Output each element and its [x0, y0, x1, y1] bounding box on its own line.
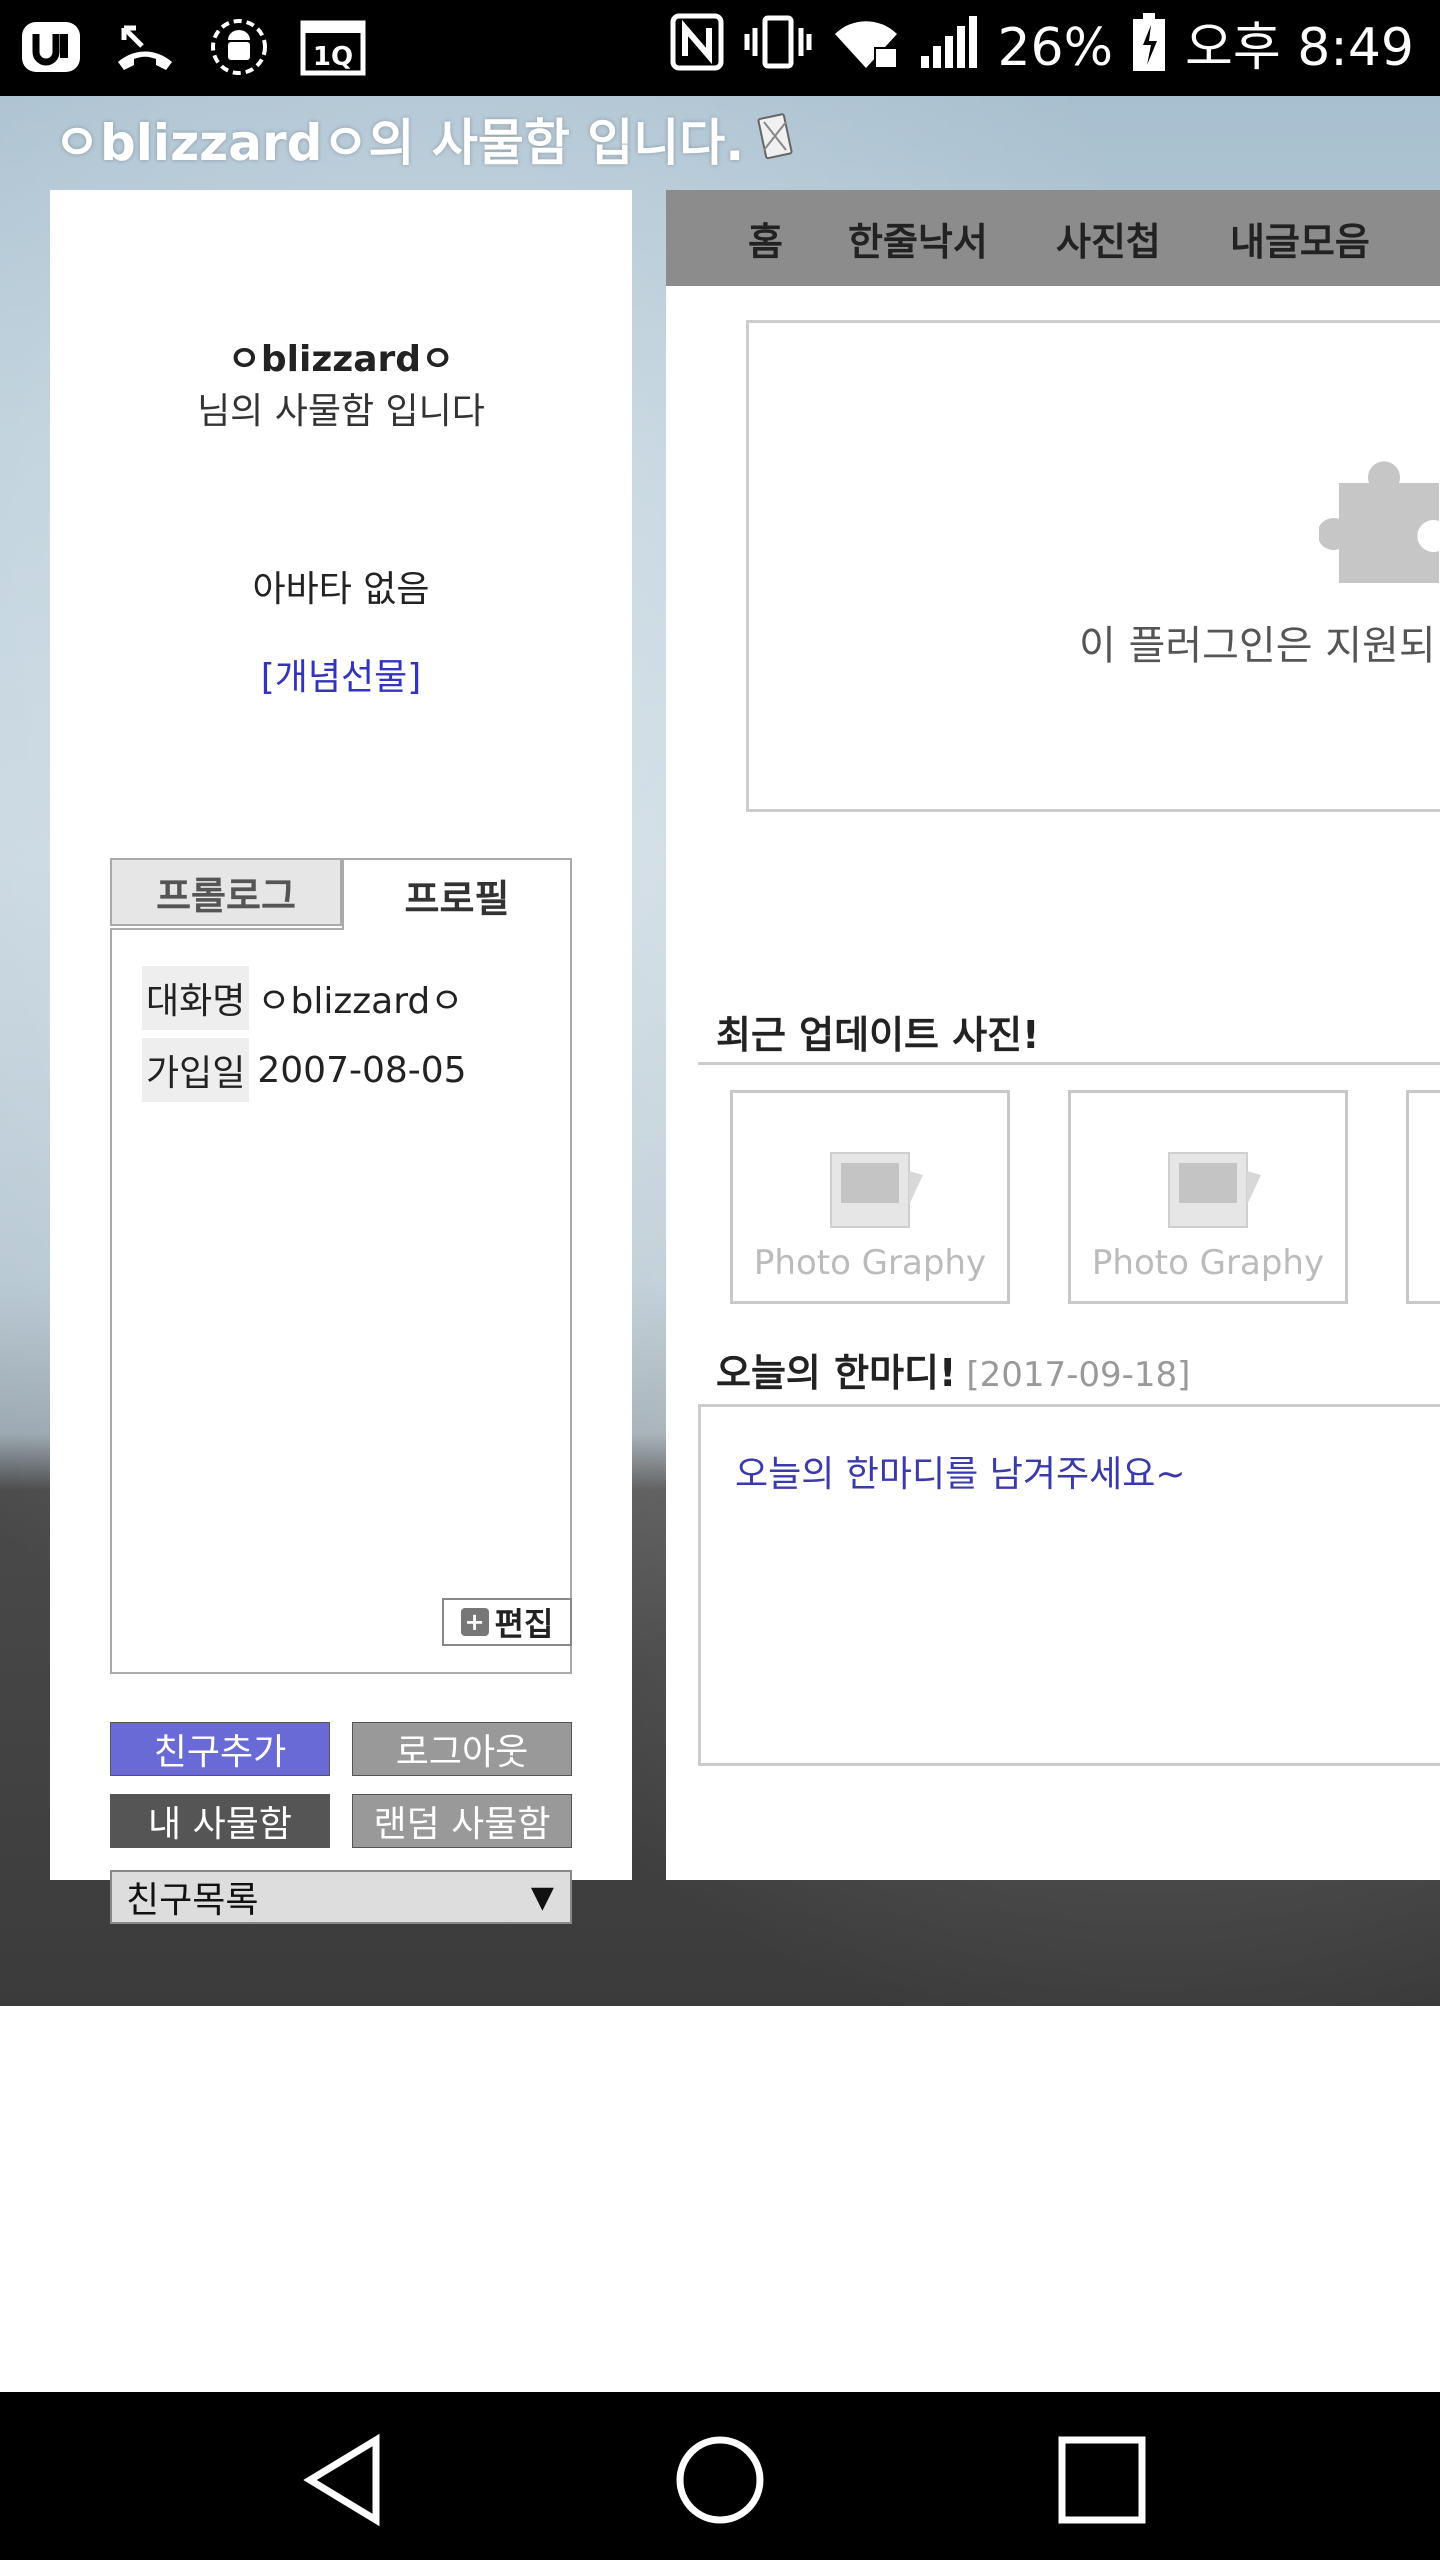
left-profile-panel: ㅇblizzardㅇ 님의 사물함 입니다 아바타 없음 [개념선물] 프롤로그…: [50, 190, 632, 1924]
add-friend-button[interactable]: 친구추가: [110, 1722, 330, 1776]
photo-thumbnail[interactable]: Photo Graphy: [1068, 1090, 1348, 1304]
edit-button[interactable]: + 편집: [442, 1598, 572, 1646]
home-icon[interactable]: [672, 2432, 768, 2528]
nav-home[interactable]: 홈: [748, 190, 783, 286]
random-locker-button[interactable]: 랜덤 사물함: [352, 1794, 572, 1848]
today-date: [2017-09-18]: [966, 1355, 1191, 1395]
recents-icon[interactable]: [1054, 2432, 1150, 2528]
locker-background: ㅇblizzardㅇ의 사물함 입니다. ㅇblizzardㅇ 님의 사물함 입…: [0, 96, 1440, 2006]
profile-value: 2007-08-05: [257, 1049, 467, 1091]
profile-content: 대화명 ㅇblizzardㅇ 가입일 2007-08-05: [110, 928, 572, 1674]
logout-button[interactable]: 로그아웃: [352, 1722, 572, 1776]
photo-thumbnail[interactable]: [1406, 1090, 1440, 1304]
clock: 오후 8:49: [1185, 18, 1414, 78]
owner-subtitle: 님의 사물함 입니다: [197, 391, 485, 432]
system-nav-bar: [0, 2392, 1440, 2560]
photo-icon: [830, 1152, 923, 1228]
calendar-icon: 1Q: [300, 14, 366, 80]
profile-row-nickname: 대화명 ㅇblizzardㅇ: [142, 966, 463, 1030]
status-bar: 1Q 26% 오후 8:49: [0, 0, 1440, 96]
plus-icon: +: [460, 1608, 489, 1636]
profile-value: ㅇblizzardㅇ: [257, 981, 464, 1022]
profile-label: 대화명: [142, 966, 250, 1030]
photo-thumbnail[interactable]: Photo Graphy: [730, 1090, 1010, 1304]
signal-icon: [919, 12, 979, 85]
profile-label: 가입일: [142, 1038, 250, 1102]
puzzle-icon: [1319, 461, 1439, 583]
gift-link[interactable]: [개념선물]: [50, 648, 632, 700]
owner-name: ㅇblizzardㅇ: [227, 339, 455, 380]
battery-icon: [1131, 11, 1167, 86]
avatar: 아바타 없음: [252, 569, 430, 610]
u-plus-icon: [18, 14, 84, 80]
today-comment-header: 오늘의 한마디! [2017-09-18]: [716, 1351, 1191, 1395]
nav-photos[interactable]: 사진첩: [1056, 190, 1161, 286]
friend-list-select[interactable]: 친구목록 ▼: [110, 1870, 572, 1924]
nav-my-posts[interactable]: 내글모음: [1230, 190, 1370, 286]
locker-nav: 홈 한줄낙서 사진첩 내글모음: [666, 190, 1440, 286]
wifi-icon: [831, 12, 901, 85]
dropdown-arrow-icon: ▼: [530, 1879, 554, 1915]
nav-guestbook[interactable]: 한줄낙서: [848, 190, 988, 286]
pencil-icon: [756, 104, 796, 182]
profile-row-joined: 가입일 2007-08-05: [142, 1038, 467, 1102]
profile-tabs: 프롤로그 프로필: [110, 858, 572, 930]
battery-percent: 26%: [997, 18, 1114, 78]
back-icon[interactable]: [296, 2432, 392, 2528]
missed-call-icon: [112, 14, 178, 80]
photo-icon: [1168, 1152, 1261, 1228]
plugin-message: 이 플러그인은 지원되: [1079, 623, 1436, 669]
plugin-placeholder: 이 플러그인은 지원되: [746, 320, 1440, 812]
my-locker-button[interactable]: 내 사물함: [110, 1794, 330, 1848]
page-title: ㅇblizzardㅇ의 사물함 입니다.: [54, 104, 796, 182]
divider: [698, 1062, 1440, 1065]
android-debug-icon: [206, 14, 272, 80]
tab-profile[interactable]: 프로필: [342, 858, 572, 930]
today-comment-box[interactable]: 오늘의 한마디를 남겨주세요~: [698, 1404, 1440, 1766]
tab-prologue[interactable]: 프롤로그: [110, 858, 342, 926]
right-main-panel: 홈 한줄낙서 사진첩 내글모음 이 플러그인은 지원되 최근 업데이트 사진! …: [666, 190, 1440, 1880]
vibrate-icon: [743, 12, 813, 85]
recent-photos-title: 최근 업데이트 사진!: [716, 1013, 1040, 1057]
nfc-icon: [669, 12, 725, 85]
svg-text:1Q: 1Q: [313, 42, 353, 72]
today-comment-placeholder[interactable]: 오늘의 한마디를 남겨주세요~: [735, 1445, 1186, 1497]
